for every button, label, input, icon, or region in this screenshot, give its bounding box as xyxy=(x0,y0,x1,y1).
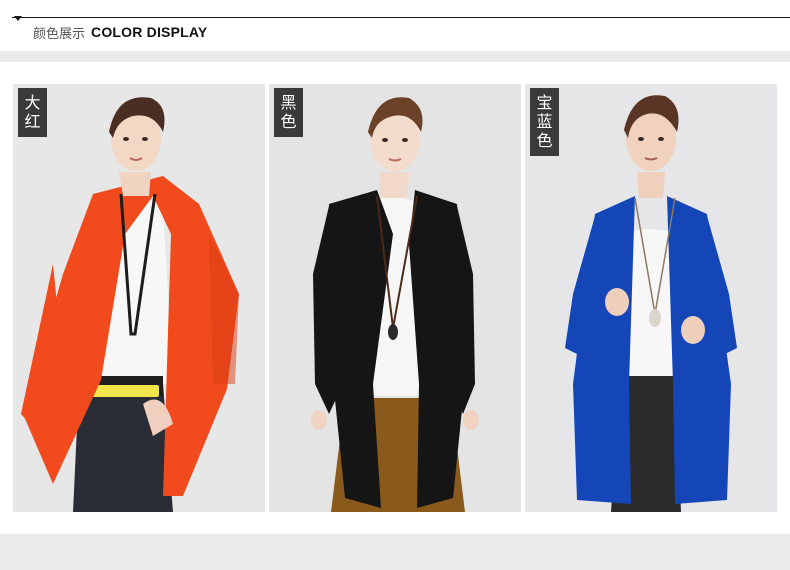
product-photo-black: 黑 色 xyxy=(269,84,521,512)
product-photo-royal-blue: 宝 蓝 色 xyxy=(525,84,777,512)
section-title-cn: 颜色展示 xyxy=(33,26,86,42)
color-tag-black: 黑 色 xyxy=(274,88,303,137)
header-divider xyxy=(12,17,790,18)
top-separator-band xyxy=(0,51,790,62)
section-title: 颜色展示 COLOR DISPLAY xyxy=(33,23,208,42)
caret-down-icon xyxy=(14,16,22,21)
model-black-illustration xyxy=(311,97,479,512)
color-tag-red: 大 红 xyxy=(18,88,47,137)
color-tag-royal-blue: 宝 蓝 色 xyxy=(530,88,559,156)
product-photo-red: 大 红 xyxy=(13,84,265,512)
color-gallery: 大 红 黑 色 宝 蓝 色 xyxy=(13,84,777,512)
model-royal-blue-illustration xyxy=(565,95,737,512)
bottom-separator-band xyxy=(0,534,790,570)
model-red-illustration xyxy=(21,97,239,512)
section-title-en: COLOR DISPLAY xyxy=(91,24,208,40)
